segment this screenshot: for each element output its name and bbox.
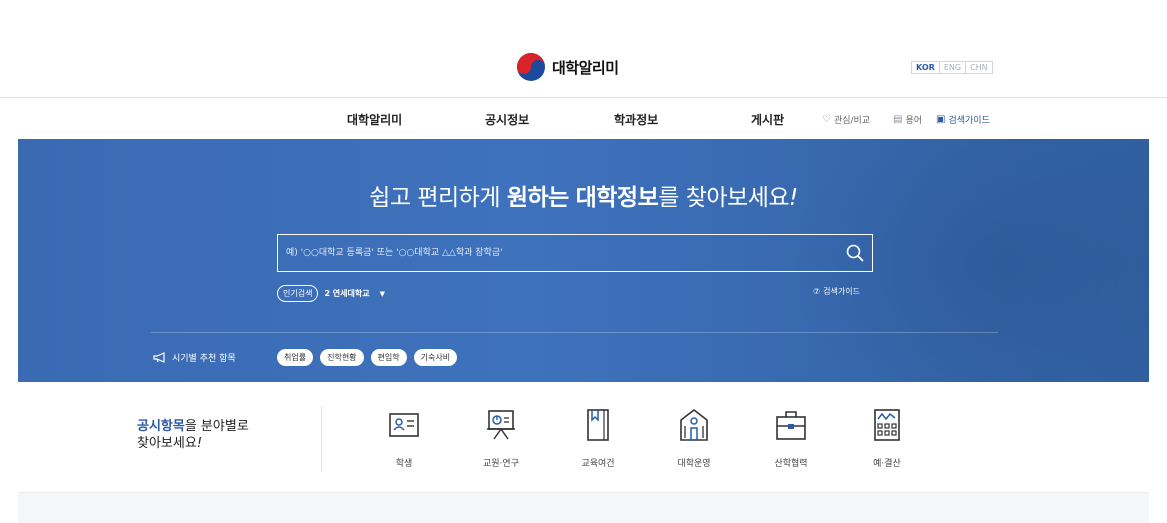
hero-title-space	[569, 185, 576, 211]
chip-transfer[interactable]: 편입학	[370, 349, 407, 366]
hero-title-text: 쉽고 편리하게	[369, 185, 507, 211]
category-title-text: 을 분야별로	[184, 419, 249, 434]
seasonal-recommendations: 시기별 추천 항목 취업률 진학현황 편입학 기숙사비	[153, 349, 464, 366]
nav-util-search-guide[interactable]: ▣ 검색가이드	[936, 113, 990, 126]
book-bookmark-icon	[587, 409, 609, 441]
chip-employment-rate[interactable]: 취업률	[277, 349, 314, 366]
category-section: 공시항목을 분야별로 찾아보세요! 학생 교원·연구 교육여건 대학운영 산학협…	[0, 382, 1167, 492]
student-card-icon	[389, 413, 419, 437]
lang-kor[interactable]: KOR	[912, 62, 939, 73]
hero-title-bold: 원하는	[506, 185, 569, 211]
lang-eng[interactable]: ENG	[938, 62, 965, 73]
logo-text: 대학알리미	[552, 58, 619, 77]
nav-util-search-guide-label: 검색가이드	[948, 116, 990, 126]
category-student[interactable]: 학생	[369, 408, 439, 469]
search-guide-label: 검색가이드	[823, 287, 860, 296]
category-budget[interactable]: 예·결산	[852, 408, 922, 469]
lang-chn[interactable]: CHN	[965, 62, 992, 73]
nav-util-compare[interactable]: ♡ 관심/비교	[822, 113, 870, 126]
recommend-label-text: 시기별 추천 항목	[172, 354, 236, 364]
category-title: 공시항목을 분야별로 찾아보세요!	[137, 418, 249, 452]
category-title-exclamation: !	[196, 436, 203, 451]
book-icon: ▤	[893, 114, 903, 125]
hero-title: 쉽고 편리하게 원하는 대학정보를 찾아보세요!	[18, 178, 1149, 212]
hero-banner: 쉽고 편리하게 원하는 대학정보를 찾아보세요! 인기검색 2 연세대학교 ▼ …	[18, 139, 1149, 382]
monitor-icon: ▣	[936, 114, 946, 125]
nav-item-disclosure[interactable]: 공시정보	[485, 111, 529, 128]
nav-util-glossary[interactable]: ▤ 용어	[893, 113, 922, 126]
nav-item-department[interactable]: 학과정보	[614, 111, 658, 128]
footer-band	[18, 492, 1149, 523]
chip-advancement[interactable]: 진학현황	[320, 349, 364, 366]
header: 대학알리미 KOR ENG CHN	[0, 0, 1167, 98]
nav-util-glossary-label: 용어	[905, 116, 923, 126]
building-icon	[680, 408, 708, 441]
category-title-bold: 공시항목	[137, 419, 185, 434]
nav-item-university-info[interactable]: 대학알리미	[347, 111, 402, 128]
category-divider	[321, 406, 322, 472]
category-label: 대학운영	[677, 459, 711, 469]
caret-down-icon[interactable]: ▼	[380, 290, 385, 298]
chip-dormitory-fee[interactable]: 기숙사비	[413, 349, 458, 366]
popular-search-badge: 인기검색	[277, 285, 319, 302]
category-label: 학생	[395, 459, 413, 469]
presentation-icon	[487, 410, 515, 440]
site-logo[interactable]: 대학알리미	[516, 52, 619, 82]
search-icon	[846, 244, 864, 262]
page: 대학알리미 KOR ENG CHN 대학알리미 공시정보 학과정보 게시판 ♡ …	[0, 0, 1167, 523]
nav-item-board[interactable]: 게시판	[751, 111, 784, 128]
category-label: 교원·연구	[483, 459, 519, 469]
logo-emblem-icon	[517, 53, 545, 81]
category-education-conditions[interactable]: 교육여건	[563, 408, 633, 469]
hero-title-exclamation: !	[789, 185, 798, 211]
popular-search-value[interactable]: 2 연세대학교	[324, 288, 369, 299]
hero-divider	[151, 332, 998, 333]
recommend-label: 시기별 추천 항목	[153, 351, 277, 364]
heart-icon: ♡	[822, 114, 831, 125]
search-input[interactable]	[278, 235, 838, 271]
calculator-icon	[874, 409, 900, 441]
search-button[interactable]	[838, 235, 872, 271]
hero-title-bold: 대학정보	[575, 185, 659, 211]
category-label: 교육여건	[581, 459, 615, 469]
briefcase-icon	[776, 411, 806, 440]
megaphone-icon	[153, 352, 165, 363]
category-label: 산학협력	[774, 459, 808, 469]
category-faculty-research[interactable]: 교원·연구	[466, 408, 536, 469]
category-industry-cooperation[interactable]: 산학협력	[756, 408, 826, 469]
hero-title-text: 를 찾아보세요	[658, 185, 790, 211]
question-circle-icon: ⑦	[813, 287, 821, 296]
category-title-text: 찾아보세요	[137, 436, 197, 451]
popular-search: 인기검색 2 연세대학교 ▼	[277, 285, 385, 302]
category-university-operation[interactable]: 대학운영	[659, 408, 729, 469]
search-box	[277, 234, 873, 272]
category-label: 예·결산	[873, 459, 901, 469]
main-nav: 대학알리미 공시정보 학과정보 게시판 ♡ 관심/비교 ▤ 용어 ▣ 검색가이드	[0, 99, 1167, 139]
nav-util-compare-label: 관심/비교	[833, 116, 871, 126]
language-switcher: KOR ENG CHN	[911, 61, 993, 74]
search-guide-link[interactable]: ⑦ 검색가이드	[813, 286, 860, 297]
